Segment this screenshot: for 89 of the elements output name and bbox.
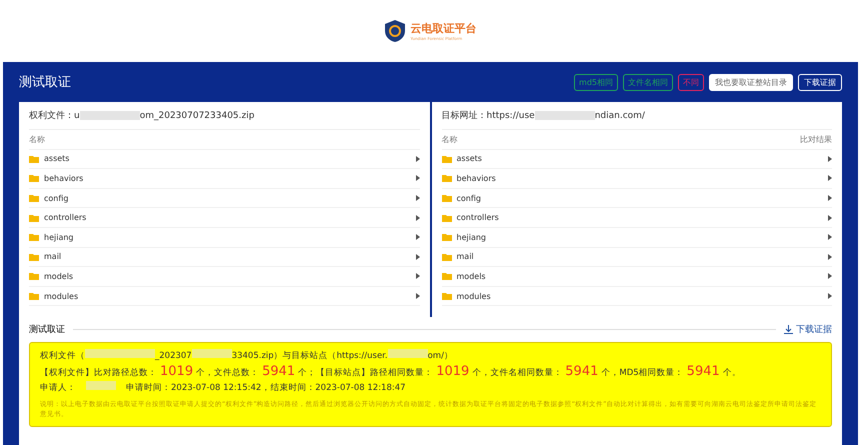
folder-name[interactable]: controllers <box>456 213 499 222</box>
result-text: 【权利文件】比对路径总数： <box>40 367 157 379</box>
caret-icon[interactable] <box>416 214 420 221</box>
legend-tag: md5相同 <box>574 74 618 90</box>
folder-icon <box>29 214 39 222</box>
caret-icon[interactable] <box>416 156 420 162</box>
logo-title: 云电取证平台 <box>410 21 476 36</box>
folder-icon <box>29 252 39 261</box>
caret-icon[interactable] <box>416 175 420 182</box>
time-text: 申请时间：2023-07-08 12:15:42，结束时间：2023-07-08 12:18:47 <box>126 382 406 394</box>
folder-icon <box>442 252 452 261</box>
download-icon <box>784 324 793 334</box>
folder-icon <box>442 194 452 202</box>
source-label: 权利文件：u <box>29 110 80 122</box>
folder-name[interactable]: modules <box>456 292 491 301</box>
shield-logo-icon <box>384 20 404 42</box>
section-title: 测试取证 <box>29 324 65 336</box>
legend-tag: 文件名相同 <box>623 74 673 90</box>
caret-icon[interactable] <box>828 293 832 300</box>
result-text: 个，文件名相同数量： <box>472 367 562 379</box>
folder-icon <box>442 214 452 222</box>
result-text: 个，文件总数： <box>196 367 260 379</box>
folder-name[interactable]: hejiang <box>456 232 486 242</box>
caret-icon[interactable] <box>828 273 832 280</box>
folder-name[interactable]: mail <box>456 252 474 262</box>
result-text: 权利文件（ <box>40 350 85 362</box>
folder-icon <box>442 272 452 280</box>
count-value: 1019 <box>436 364 470 379</box>
folder-icon <box>29 174 39 182</box>
folder-name[interactable]: modules <box>44 292 78 301</box>
result-text: 个，MD5相同数量： <box>601 367 684 379</box>
caret-icon[interactable] <box>416 254 420 260</box>
column-header: 名称 <box>29 134 45 145</box>
count-value: 5941 <box>686 364 720 379</box>
folder-icon <box>29 233 39 242</box>
download-link[interactable]: 下载证据 <box>784 322 832 336</box>
caret-icon[interactable] <box>828 234 832 240</box>
legend-tag: 不同 <box>678 74 704 90</box>
count-value: 1019 <box>160 364 194 379</box>
caret-icon[interactable] <box>828 175 832 182</box>
folder-name[interactable]: behaviors <box>456 174 496 183</box>
column-header: 比对结果 <box>800 134 832 145</box>
folder-name[interactable]: config <box>44 194 68 203</box>
count-value: 5941 <box>262 364 296 379</box>
folder-name[interactable]: config <box>456 194 481 203</box>
folder-icon <box>442 233 452 242</box>
redaction-block <box>86 381 116 390</box>
folder-name[interactable]: behaviors <box>44 174 84 183</box>
caret-icon[interactable] <box>416 195 420 202</box>
folder-name[interactable]: hejiang <box>44 232 74 242</box>
result-text: 个；【目标站点】路径相同数量： <box>298 367 434 379</box>
caret-icon[interactable] <box>828 156 832 162</box>
folder-icon <box>442 174 452 182</box>
caret-icon[interactable] <box>828 254 832 260</box>
folder-icon <box>442 154 452 163</box>
result-text: om/） <box>428 350 453 362</box>
folder-icon <box>29 194 39 202</box>
folder-name[interactable]: assets <box>456 154 482 164</box>
result-text: 33405.zip）与目标站点（https://user. <box>232 350 388 362</box>
count-value: 5941 <box>565 364 598 379</box>
caret-icon[interactable] <box>828 214 832 221</box>
caret-icon[interactable] <box>828 195 832 202</box>
folder-name[interactable]: mail <box>44 252 62 262</box>
folder-name[interactable]: models <box>44 272 74 281</box>
result-text: _202307 <box>155 351 192 361</box>
folder-icon <box>29 154 39 163</box>
folder-icon <box>442 292 452 300</box>
source-value: om_20230707233405.zip <box>140 110 254 120</box>
folder-name[interactable]: assets <box>44 154 70 164</box>
redaction-block <box>388 349 428 358</box>
result-text: 个。 <box>722 367 741 379</box>
redaction-block <box>534 111 595 120</box>
caret-icon[interactable] <box>416 273 420 280</box>
panel-title: 测试取证 <box>19 74 71 91</box>
applicant-label: 申请人： <box>40 382 76 394</box>
action-button[interactable]: 我也要取证整站目录 <box>709 74 793 90</box>
redaction-block <box>192 349 232 358</box>
folder-name[interactable]: models <box>456 272 486 281</box>
caret-icon[interactable] <box>416 234 420 240</box>
column-header: 名称 <box>442 134 458 145</box>
redaction-block <box>80 111 140 120</box>
folder-icon <box>29 272 39 280</box>
source-value: ndian.com/ <box>594 110 645 120</box>
caret-icon[interactable] <box>416 293 420 300</box>
folder-name[interactable]: controllers <box>44 213 86 222</box>
action-button[interactable]: 下载证据 <box>798 74 842 90</box>
folder-icon <box>29 292 39 300</box>
source-label: 目标网址：https://use <box>442 110 535 122</box>
redaction-block <box>85 349 155 358</box>
